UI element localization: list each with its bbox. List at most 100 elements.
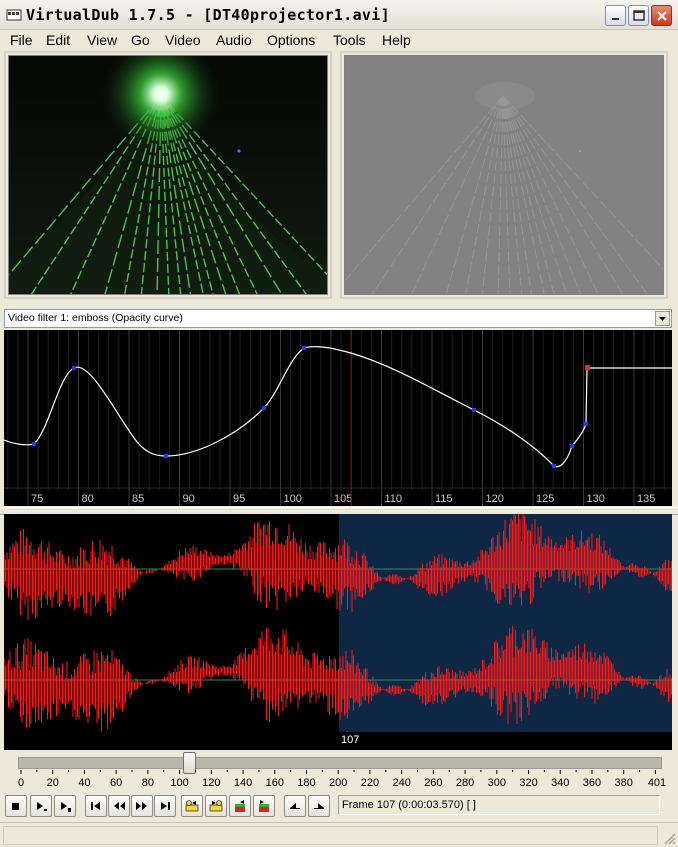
frame-info-text: Frame 107 (0:00:03.570) [ ] [342, 799, 476, 811]
next-keyframe-button[interactable] [205, 795, 227, 817]
timeline-tick-label: 401 [648, 777, 666, 789]
stop-button[interactable] [5, 795, 27, 817]
emboss-output-image [345, 56, 663, 294]
play-output-button[interactable] [54, 795, 76, 817]
scene-forward-icon [259, 800, 269, 812]
go-to-start-button[interactable] [85, 795, 107, 817]
position-slider-track[interactable] [18, 757, 662, 769]
timeline-tick-label: 0 [18, 777, 24, 789]
output-video-frame [344, 55, 664, 295]
mark-in-icon [290, 803, 300, 809]
dropdown-arrow-button[interactable] [655, 311, 670, 326]
curve-axis-label: 110 [385, 493, 403, 505]
menu-tools[interactable]: Tools [333, 32, 366, 48]
menu-video[interactable]: Video [165, 32, 201, 48]
curve-axis-label: 80 [82, 493, 94, 505]
curve-axis-label: 135 [637, 493, 655, 505]
close-button[interactable] [651, 5, 672, 26]
timeline-tick-label: 380 [615, 777, 633, 789]
chevron-down-icon [659, 317, 666, 321]
timeline-tick-label: 120 [202, 777, 220, 789]
audio-position-label: 107 [339, 734, 362, 746]
fast-forward-icon [136, 802, 147, 810]
menu-go[interactable]: Go [131, 32, 150, 48]
menu-view[interactable]: View [87, 32, 117, 48]
curve-control-point[interactable] [72, 366, 76, 370]
timeline-tick-label: 280 [456, 777, 474, 789]
status-field [3, 826, 658, 845]
output-video-pane[interactable] [340, 51, 668, 299]
opacity-curve[interactable] [4, 346, 672, 468]
timeline-tick-label: 300 [488, 777, 506, 789]
curve-graph[interactable]: 75 80 85 90 95 100 105 110 115 120 125 130 135 [4, 330, 672, 506]
curve-axis-label: 125 [536, 493, 554, 505]
curve-control-point[interactable] [472, 408, 476, 412]
mark-in-button[interactable] [284, 795, 306, 817]
curve-control-point[interactable] [552, 464, 556, 468]
scene-forward-button[interactable] [253, 795, 275, 817]
curve-control-point[interactable] [302, 346, 306, 350]
selected-control-point[interactable] [585, 365, 590, 370]
skip-end-icon [161, 802, 170, 810]
timeline-tick-label: 140 [234, 777, 252, 789]
timeline-tick-label: 220 [361, 777, 379, 789]
resize-grip-icon[interactable] [662, 831, 676, 845]
minimize-button[interactable] [605, 5, 626, 26]
curve-control-point[interactable] [584, 422, 588, 426]
go-to-end-button[interactable] [154, 795, 176, 817]
curve-axis-label: 90 [183, 493, 195, 505]
curve-axis-label: 120 [486, 493, 504, 505]
menu-bar: File Edit View Go Video Audio Options To… [0, 30, 678, 51]
filter-curve-select-value: Video filter 1: emboss (Opacity curve) [8, 312, 183, 324]
menu-help[interactable]: Help [382, 32, 411, 48]
transport-toolbar: Frame 107 (0:00:03.570) [ ] [0, 795, 678, 819]
curve-axis-label: 75 [31, 493, 43, 505]
timeline-tick-label: 100 [170, 777, 188, 789]
curve-axis-label: 100 [284, 493, 302, 505]
timeline-ticks: 0 20 40 60 80 100 120 140 160 180 200 220 240 260 280 3… [18, 770, 666, 789]
play-output-icon [61, 802, 71, 812]
step-forward-button[interactable] [131, 795, 153, 817]
timeline-tick-label: 340 [551, 777, 569, 789]
stop-icon [12, 803, 19, 810]
timeline-tick-label: 60 [110, 777, 122, 789]
menu-audio[interactable]: Audio [216, 32, 252, 48]
timeline-tick-label: 240 [392, 777, 410, 789]
menu-options[interactable]: Options [267, 32, 315, 48]
frame-info-field: Frame 107 (0:00:03.570) [ ] [338, 795, 660, 815]
curve-control-point[interactable] [570, 444, 574, 448]
prev-keyframe-button[interactable] [181, 795, 203, 817]
timeline-tick-label: 260 [424, 777, 442, 789]
timeline-tick-label: 40 [78, 777, 90, 789]
maximize-button[interactable] [628, 5, 649, 26]
mark-out-icon [314, 803, 324, 809]
app-icon [6, 9, 22, 21]
input-video-frame [8, 55, 328, 295]
curve-control-point[interactable] [164, 454, 168, 458]
mark-out-button[interactable] [308, 795, 330, 817]
scene-back-button[interactable] [229, 795, 251, 817]
window-title: VirtualDub 1.7.5 - [DT40projector1.avi] [26, 6, 390, 24]
timeline-tick-label: 200 [329, 777, 347, 789]
timeline-tick-label: 80 [142, 777, 154, 789]
menu-edit[interactable]: Edit [46, 32, 70, 48]
maximize-icon [633, 10, 645, 21]
play-input-button[interactable] [30, 795, 52, 817]
timeline-tick-label: 360 [583, 777, 601, 789]
play-input-icon [37, 802, 47, 811]
curve-control-point[interactable] [32, 442, 36, 446]
timeline-tick-label: 320 [519, 777, 537, 789]
audio-waveform-display[interactable]: 107 [4, 514, 672, 750]
input-video-pane[interactable] [4, 51, 332, 299]
menu-file[interactable]: File [10, 32, 33, 48]
curve-axis-label: 115 [435, 493, 453, 505]
opacity-curve-editor[interactable]: 75 80 85 90 95 100 105 110 115 120 125 130 135 [4, 330, 672, 506]
timeline-tick-label: 160 [266, 777, 284, 789]
laser-show-image [9, 56, 327, 294]
key-forward-icon [209, 800, 223, 812]
timeline-tick-label: 20 [47, 777, 59, 789]
curve-control-point[interactable] [262, 406, 266, 410]
filter-curve-select[interactable]: Video filter 1: emboss (Opacity curve) [4, 309, 672, 328]
step-back-button[interactable] [108, 795, 130, 817]
key-back-icon [185, 800, 199, 812]
